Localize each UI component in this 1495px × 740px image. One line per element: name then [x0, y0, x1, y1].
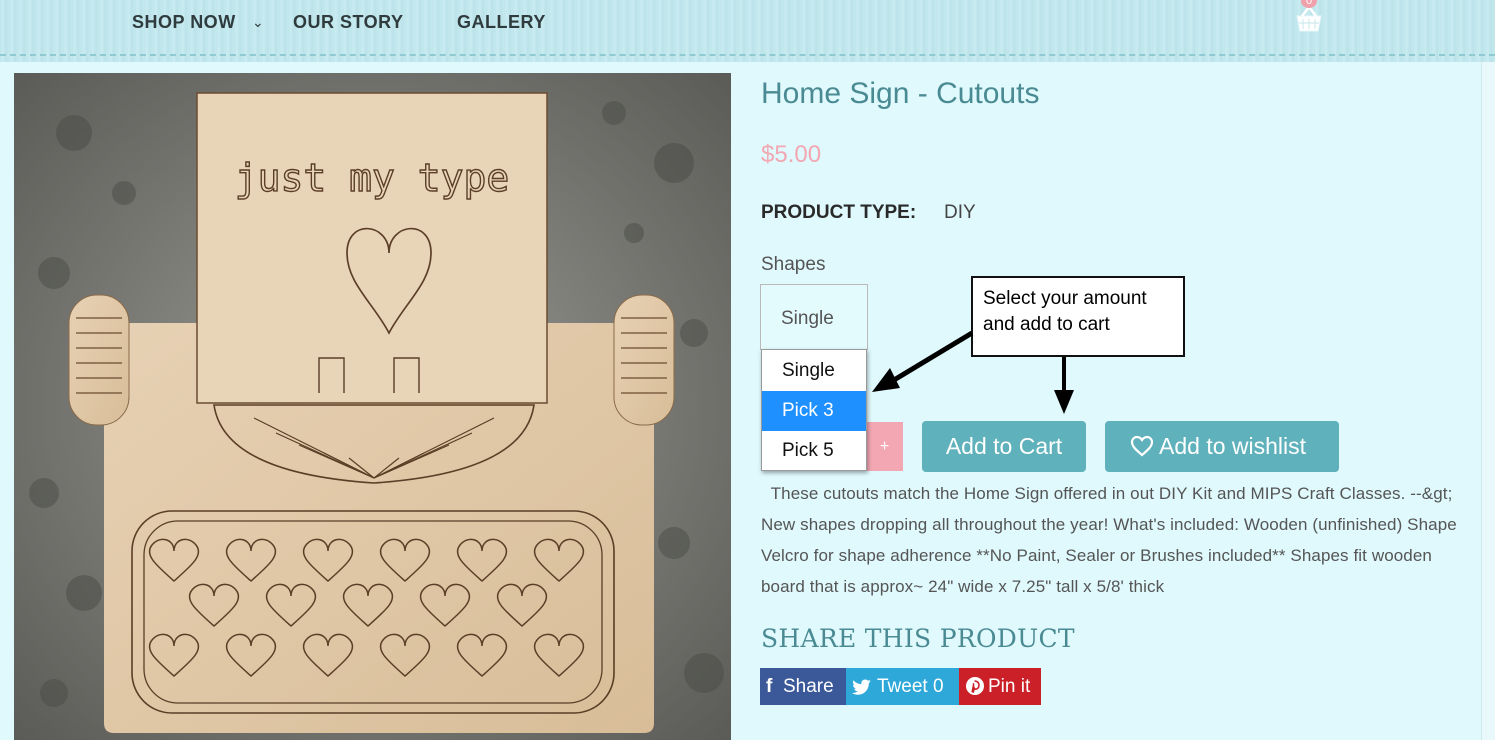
arrow-down-icon [1054, 357, 1074, 414]
stitch-divider [0, 54, 1495, 56]
twitter-tweet-button[interactable]: Tweet 0 [846, 668, 959, 705]
shapes-option-pick-3[interactable]: Pick 3 [762, 391, 866, 431]
twitter-tweet-label: Tweet 0 [877, 676, 944, 697]
share-heading: SHARE THIS PRODUCT [761, 624, 1075, 653]
product-type-value: DIY [944, 202, 976, 223]
product-description: These cutouts match the Home Sign offere… [761, 484, 1457, 596]
product-type-label: PRODUCT TYPE: [761, 202, 917, 223]
nav-gallery[interactable]: GALLERY [457, 12, 546, 33]
facebook-icon: f [766, 676, 773, 697]
add-to-wishlist-button[interactable]: Add to wishlist [1105, 421, 1339, 472]
quantity-increase-button[interactable]: + [866, 422, 903, 471]
sign-text: just my type [235, 156, 510, 200]
nav-shop-now[interactable]: SHOP NOW [132, 12, 236, 33]
instruction-callout: Select your amount and add to cart [971, 276, 1185, 357]
product-image[interactable]: just my type [14, 73, 731, 740]
nav-our-story[interactable]: OUR STORY [293, 12, 404, 33]
pinterest-pin-label: Pin it [988, 676, 1031, 697]
chevron-down-icon[interactable]: ⌄ [252, 14, 264, 31]
shapes-option-single[interactable]: Single [762, 351, 866, 391]
page-scrollbar[interactable] [1481, 62, 1495, 740]
product-price: $5.00 [761, 141, 822, 168]
twitter-icon [852, 679, 871, 695]
facebook-share-button[interactable]: f Share [760, 668, 846, 705]
shapes-label: Shapes [761, 254, 826, 275]
shapes-option-pick-5[interactable]: Pick 5 [762, 431, 866, 471]
add-to-wishlist-label: Add to wishlist [1159, 433, 1307, 459]
shapes-dropdown-list[interactable]: Single Pick 3 Pick 5 [761, 349, 867, 471]
heart-icon [1130, 435, 1154, 457]
arrow-left-icon [872, 330, 974, 392]
typewriter-cutout-photo: just my type [14, 73, 731, 740]
product-title: Home Sign - Cutouts [761, 77, 1040, 110]
pinterest-icon [966, 677, 984, 695]
facebook-share-label: Share [783, 676, 834, 697]
pinterest-pin-button[interactable]: Pin it [959, 668, 1041, 705]
shapes-select-value: Single [781, 308, 834, 329]
add-to-cart-button[interactable]: Add to Cart [922, 421, 1086, 472]
shapes-select[interactable]: Single [760, 284, 868, 350]
